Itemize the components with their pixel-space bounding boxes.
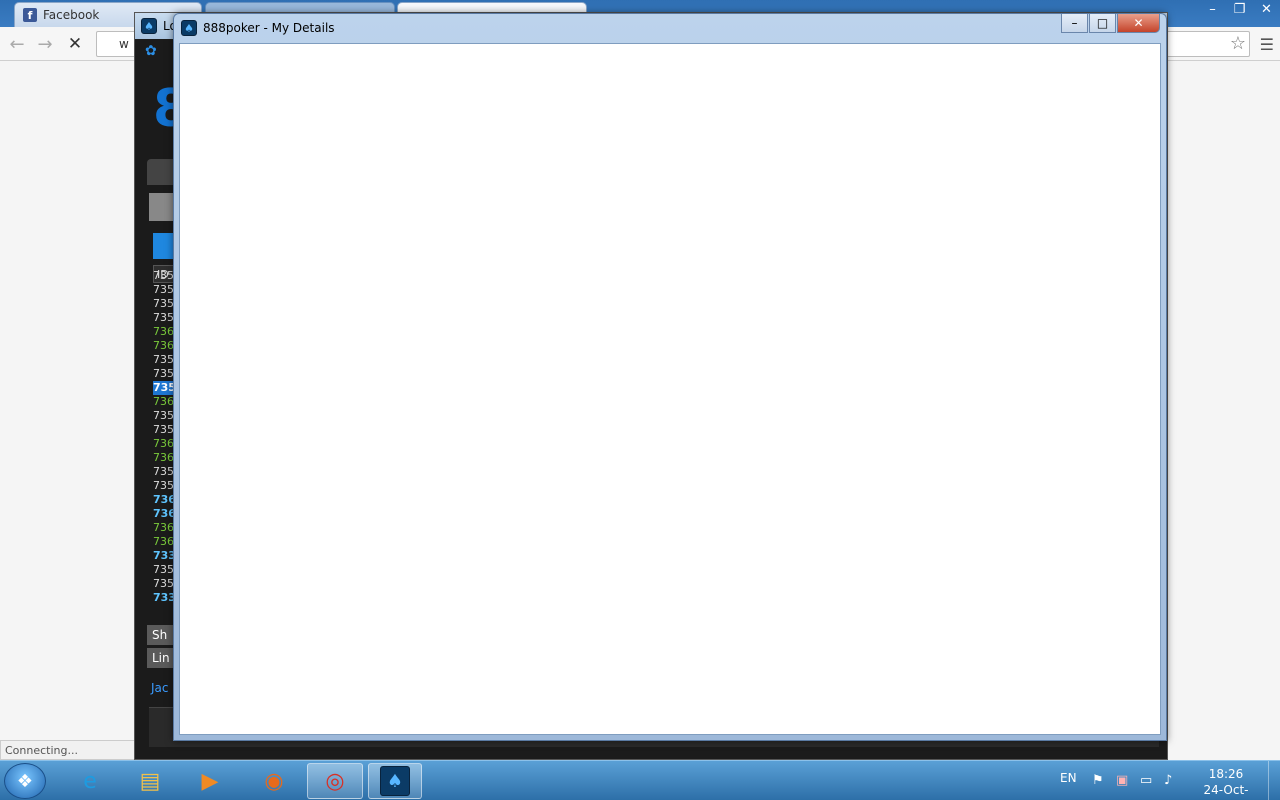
dialog-title: 888poker - My Details <box>203 21 335 35</box>
table-row[interactable]: 735 <box>153 563 175 577</box>
dialog-minimize-button[interactable]: – <box>1061 14 1088 33</box>
table-row[interactable]: 733 <box>153 549 175 563</box>
lobby-link-button[interactable]: Lin <box>147 648 175 668</box>
forward-icon[interactable]: → <box>34 33 56 55</box>
network-icon[interactable]: ▭ <box>1140 773 1152 788</box>
windows-icon: ❖ <box>16 770 34 792</box>
volume-icon[interactable]: ♪ <box>1164 773 1172 788</box>
address-text: w <box>119 37 129 51</box>
dialog-window-controls: – □ ✕ <box>1061 14 1160 33</box>
show-desktop-button[interactable] <box>1268 761 1280 800</box>
close-icon[interactable]: ✕ <box>1253 0 1280 18</box>
stop-icon[interactable]: ✕ <box>64 33 86 55</box>
clock-date: 24-Oct-15 <box>1203 783 1249 800</box>
table-row[interactable]: 736 <box>153 437 175 451</box>
table-row[interactable]: 735 <box>153 297 175 311</box>
facebook-icon: f <box>23 8 37 22</box>
folder-icon[interactable]: ▤ <box>122 763 178 799</box>
clock-time: 18:26 <box>1208 767 1244 781</box>
table-row[interactable]: 736 <box>153 339 175 353</box>
table-row[interactable]: 736 <box>153 507 175 521</box>
table-row[interactable]: 735 <box>153 269 175 283</box>
table-row[interactable]: 735 <box>153 423 175 437</box>
dialog-close-button[interactable]: ✕ <box>1117 14 1160 33</box>
table-row[interactable]: 736 <box>153 493 175 507</box>
table-row[interactable]: 735 <box>153 367 175 381</box>
tab-label: Facebook <box>43 8 100 22</box>
table-row[interactable]: 735 <box>153 311 175 325</box>
browser-status-bar: Connecting... <box>0 740 135 760</box>
language-indicator[interactable]: EN <box>1060 771 1077 785</box>
security-icon[interactable]: ▣ <box>1116 773 1128 788</box>
table-row[interactable]: 733 <box>153 591 175 605</box>
table-row[interactable]: 735 <box>153 381 175 395</box>
restore-icon[interactable]: ❐ <box>1226 0 1253 18</box>
table-row[interactable]: 736 <box>153 521 175 535</box>
poker-taskbar-button[interactable]: ♠ <box>368 763 422 799</box>
flag-icon[interactable]: ⚑ <box>1092 773 1104 788</box>
menu-icon[interactable]: ☰ <box>1260 35 1274 54</box>
table-row[interactable]: 735 <box>153 283 175 297</box>
dialog-title-bar[interactable]: ♠ 888poker - My Details <box>181 20 335 36</box>
table-row[interactable]: 735 <box>153 465 175 479</box>
spade-icon: ♠ <box>380 766 410 796</box>
settings-icon[interactable]: ✿ <box>145 43 157 59</box>
minimize-icon[interactable]: – <box>1199 0 1226 18</box>
lobby-user-link[interactable]: Jac <box>151 681 169 695</box>
desktop: f Facebook – ❐ ✕ ← → ✕ w ☆ ☰ Connecting.… <box>0 0 1280 800</box>
table-row[interactable]: 735 <box>153 353 175 367</box>
table-row[interactable]: 736 <box>153 325 175 339</box>
browser-window-controls: – ❐ ✕ <box>1199 0 1280 18</box>
taskbar: ❖ e ▤ ▶ ◉ ◎ ♠ EN ⚑ ▣ ▭ ♪ 18:26 24-Oct-15 <box>0 760 1280 800</box>
table-row[interactable]: 736 <box>153 395 175 409</box>
spade-icon: ♠ <box>181 20 197 36</box>
table-row[interactable]: 735 <box>153 409 175 423</box>
clock[interactable]: 18:26 24-Oct-15 <box>1196 766 1256 800</box>
lobby-table: 735 735 735 735 736 736 735 735 735 736 735 735 736 7… <box>153 269 175 605</box>
table-row[interactable]: 736 <box>153 451 175 465</box>
firefox-icon[interactable]: ◉ <box>246 763 302 799</box>
bookmark-star-icon[interactable]: ☆ <box>1230 33 1246 54</box>
lobby-show-button[interactable]: Sh <box>147 625 175 645</box>
dialog-maximize-button[interactable]: □ <box>1089 14 1116 33</box>
internet-explorer-icon[interactable]: e <box>62 763 118 799</box>
media-player-icon[interactable]: ▶ <box>182 763 238 799</box>
table-row[interactable]: 736 <box>153 535 175 549</box>
table-row[interactable]: 735 <box>153 479 175 493</box>
chrome-icon[interactable]: ◎ <box>307 763 363 799</box>
lobby-category-button[interactable] <box>153 233 173 259</box>
spade-icon: ♠ <box>141 18 157 34</box>
back-icon[interactable]: ← <box>6 33 28 55</box>
dialog-content-area <box>179 43 1161 735</box>
table-row[interactable]: 735 <box>153 577 175 591</box>
start-button[interactable]: ❖ <box>4 763 46 799</box>
my-details-dialog: ♠ 888poker - My Details – □ ✕ <box>173 13 1167 741</box>
